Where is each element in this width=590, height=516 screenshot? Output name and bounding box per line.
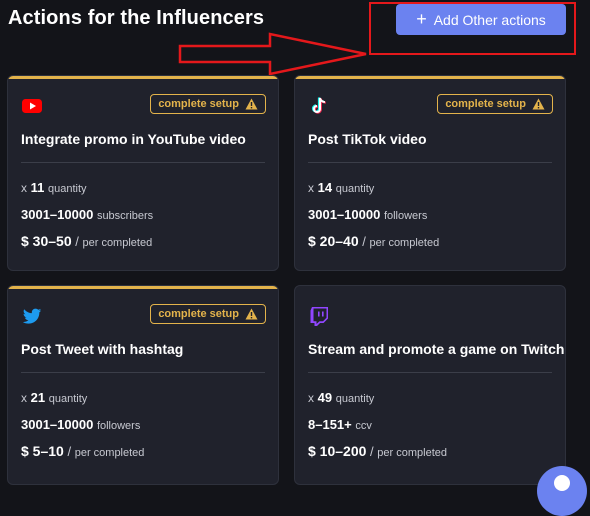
annotation-arrow-icon — [178, 32, 367, 76]
quantity-row: x 14 quantity — [308, 180, 375, 195]
card-title: Post TikTok video — [308, 131, 427, 147]
page-title: Actions for the Influencers — [8, 7, 265, 29]
price-row: $ 20–40 / per completed — [308, 233, 440, 249]
audience-row: 3001–10000 followers — [21, 417, 141, 432]
action-card-tiktok[interactable]: complete setup Post TikTok video x 14 qu… — [294, 75, 566, 271]
quantity-row: x 11 quantity — [21, 180, 87, 195]
audience-row: 3001–10000 subscribers — [21, 207, 154, 222]
complete-setup-badge[interactable]: complete setup — [437, 94, 553, 114]
chat-support-button[interactable] — [537, 466, 587, 516]
youtube-icon — [22, 99, 42, 113]
audience-row: 3001–10000 followers — [308, 207, 428, 222]
audience-row: 8–151+ ccv — [308, 417, 372, 432]
action-card-twitch[interactable]: Stream and promote a game on Twitch x 49… — [294, 285, 566, 485]
divider — [21, 372, 265, 373]
divider — [21, 162, 265, 163]
twitter-icon — [22, 308, 42, 324]
price-row: $ 30–50 / per completed — [21, 233, 153, 249]
action-card-youtube[interactable]: complete setup Integrate promo in YouTub… — [7, 75, 279, 271]
card-title: Post Tweet with hashtag — [21, 341, 184, 357]
complete-setup-badge[interactable]: complete setup — [150, 304, 266, 324]
tiktok-icon — [311, 97, 326, 114]
quantity-row: x 21 quantity — [21, 390, 88, 405]
price-row: $ 10–200 / per completed — [308, 443, 447, 459]
card-title: Stream and promote a game on Twitch — [308, 341, 565, 357]
annotation-highlight-box — [369, 2, 576, 55]
quantity-row: x 49 quantity — [308, 390, 375, 405]
divider — [308, 162, 552, 163]
price-row: $ 5–10 / per completed — [21, 443, 145, 459]
warning-icon — [245, 308, 258, 320]
warning-icon — [532, 98, 545, 110]
complete-setup-badge[interactable]: complete setup — [150, 94, 266, 114]
card-title: Integrate promo in YouTube video — [21, 131, 246, 147]
twitch-icon — [310, 307, 328, 326]
divider — [308, 372, 552, 373]
warning-icon — [245, 98, 258, 110]
action-card-twitter[interactable]: complete setup Post Tweet with hashtag x… — [7, 285, 279, 485]
